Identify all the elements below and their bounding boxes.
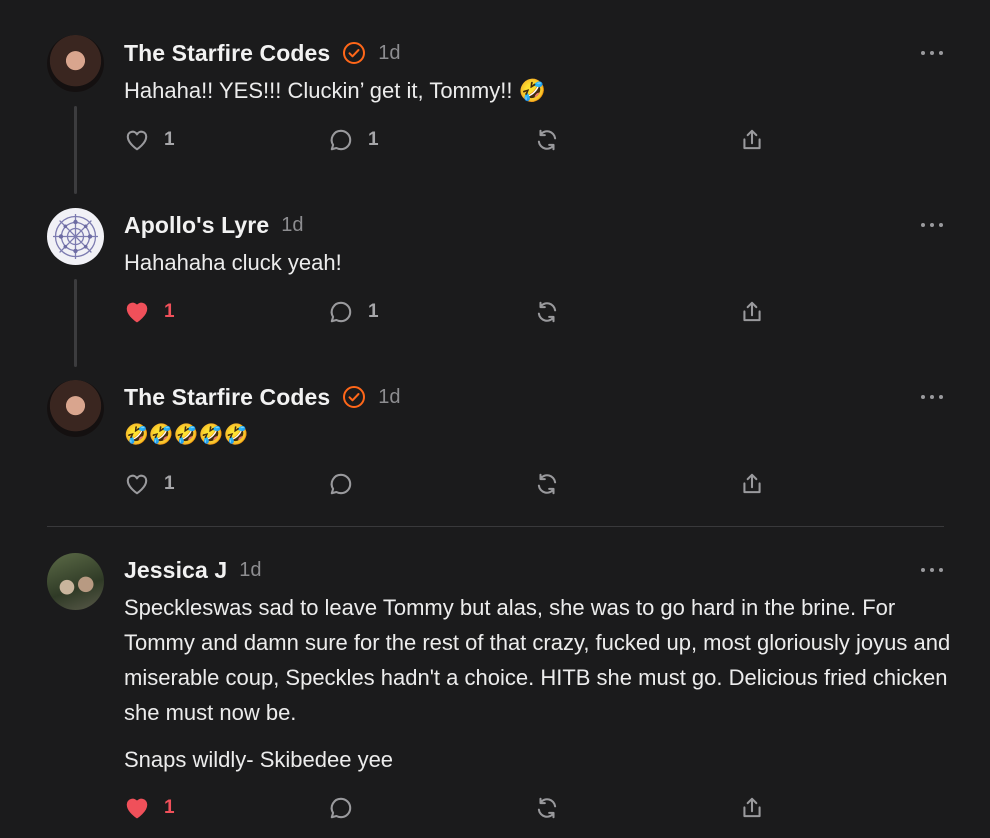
like-button[interactable]: 1: [124, 125, 175, 155]
more-options-icon[interactable]: [921, 393, 943, 401]
like-count: 1: [164, 301, 175, 322]
reply-button[interactable]: 1: [328, 125, 379, 155]
reply-button[interactable]: [328, 793, 354, 823]
restack-button[interactable]: [534, 793, 560, 823]
share-button[interactable]: [739, 469, 765, 499]
comment-paragraph: Speckleswas sad to leave Tommy but alas,…: [124, 595, 951, 725]
restack-button[interactable]: [534, 469, 560, 499]
timestamp[interactable]: 1d: [281, 214, 303, 237]
heart-filled-icon: [126, 798, 148, 819]
reply-count: 1: [368, 301, 379, 322]
restack-icon: [537, 473, 557, 495]
avatar[interactable]: [47, 553, 104, 610]
restack-icon: [537, 129, 557, 151]
like-button[interactable]: 1: [124, 297, 175, 327]
comment-icon: [330, 473, 352, 495]
reply-count: 1: [368, 129, 379, 150]
thread-divider: [47, 526, 944, 527]
comment-actions: 1: [124, 469, 784, 499]
avatar[interactable]: [47, 208, 104, 265]
like-count: 1: [164, 473, 175, 494]
timestamp[interactable]: 1d: [378, 386, 400, 409]
share-icon: [743, 301, 761, 322]
heart-filled-icon: [126, 302, 148, 323]
comment-text: 🤣🤣🤣🤣🤣: [124, 422, 249, 446]
share-icon: [743, 473, 761, 494]
like-button[interactable]: 1: [124, 469, 175, 499]
comment-actions: 1 1: [124, 297, 784, 327]
heart-icon: [126, 474, 148, 495]
author-name[interactable]: Jessica J: [124, 557, 227, 584]
avatar[interactable]: [47, 380, 104, 437]
comment-paragraph: Snaps wildly- Skibedee yee: [124, 747, 394, 772]
avatar-image: [53, 214, 98, 259]
share-button[interactable]: [739, 297, 765, 327]
verified-badge-icon: [343, 386, 366, 408]
thread-line: [74, 279, 77, 367]
timestamp[interactable]: 1d: [239, 559, 261, 582]
author-name[interactable]: The Starfire Codes: [124, 40, 330, 67]
comment-header: Apollo's Lyre 1d: [124, 210, 303, 240]
reply-button[interactable]: 1: [328, 297, 379, 327]
comment-text: Hahaha!! YES!!! Cluckin’ get it, Tommy!!…: [124, 78, 546, 103]
timestamp[interactable]: 1d: [378, 42, 400, 65]
comment-header: The Starfire Codes 1d: [124, 38, 401, 68]
like-count: 1: [164, 129, 175, 150]
more-options-icon[interactable]: [921, 566, 943, 574]
heart-icon: [126, 130, 148, 151]
comment-icon: [330, 797, 352, 819]
like-count: 1: [164, 797, 175, 818]
share-button[interactable]: [739, 793, 765, 823]
share-icon: [743, 797, 761, 818]
thread-line: [74, 106, 77, 194]
comment-header: Jessica J 1d: [124, 555, 261, 585]
author-name[interactable]: The Starfire Codes: [124, 384, 330, 411]
comment-icon: [330, 301, 352, 323]
restack-icon: [537, 797, 557, 819]
avatar[interactable]: [47, 35, 104, 92]
comment-actions: 1: [124, 793, 784, 823]
verified-badge-icon: [343, 42, 366, 64]
restack-button[interactable]: [534, 297, 560, 327]
more-options-icon[interactable]: [921, 49, 943, 57]
restack-button[interactable]: [534, 125, 560, 155]
author-name[interactable]: Apollo's Lyre: [124, 212, 269, 239]
comment-icon: [330, 129, 352, 151]
comment-header: The Starfire Codes 1d: [124, 382, 401, 412]
reply-button[interactable]: [328, 469, 354, 499]
comment-actions: 1 1: [124, 125, 784, 155]
like-button[interactable]: 1: [124, 793, 175, 823]
restack-icon: [537, 301, 557, 323]
comment-text: Hahahaha cluck yeah!: [124, 250, 342, 275]
share-button[interactable]: [739, 125, 765, 155]
share-icon: [743, 129, 761, 150]
more-options-icon[interactable]: [921, 221, 943, 229]
